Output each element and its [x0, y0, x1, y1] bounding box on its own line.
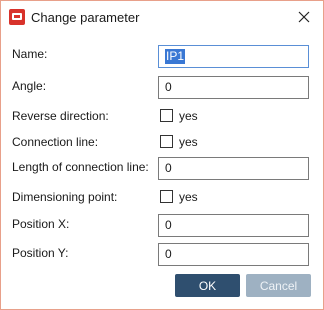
connection-line-checkbox[interactable]: [160, 135, 173, 148]
reverse-direction-label: Reverse direction:: [12, 109, 109, 123]
length-connection-line-input[interactable]: 0: [158, 157, 309, 180]
dimensioning-point-yes-label[interactable]: yes: [179, 190, 198, 204]
dimensioning-point-label: Dimensioning point:: [12, 190, 118, 204]
connection-line-yes-label[interactable]: yes: [179, 135, 198, 149]
reverse-direction-yes-label[interactable]: yes: [179, 109, 198, 123]
angle-label: Angle:: [12, 79, 47, 93]
close-button[interactable]: [294, 7, 314, 27]
name-value: IP1: [165, 49, 186, 64]
position-y-input[interactable]: 0: [158, 243, 309, 266]
reverse-direction-checkbox[interactable]: [160, 109, 173, 122]
app-logo-icon: [9, 9, 25, 25]
position-y-label: Position Y:: [12, 246, 69, 260]
window-title: Change parameter: [31, 10, 140, 25]
name-input[interactable]: IP1: [158, 45, 309, 68]
position-x-label: Position X:: [12, 217, 70, 231]
cancel-button[interactable]: Cancel: [246, 274, 311, 297]
dimensioning-point-checkbox[interactable]: [160, 190, 173, 203]
angle-input[interactable]: 0: [158, 76, 309, 99]
position-x-input[interactable]: 0: [158, 214, 309, 237]
ok-button[interactable]: OK: [175, 274, 240, 297]
title-bar[interactable]: Change parameter: [2, 2, 322, 32]
length-connection-line-label: Length of connection line:: [12, 160, 149, 174]
change-parameter-dialog: Change parameter Name: IP1 Angle: 0 Reve…: [0, 0, 324, 310]
name-label: Name:: [12, 47, 48, 61]
close-icon: [298, 11, 310, 23]
connection-line-label: Connection line:: [12, 135, 99, 149]
